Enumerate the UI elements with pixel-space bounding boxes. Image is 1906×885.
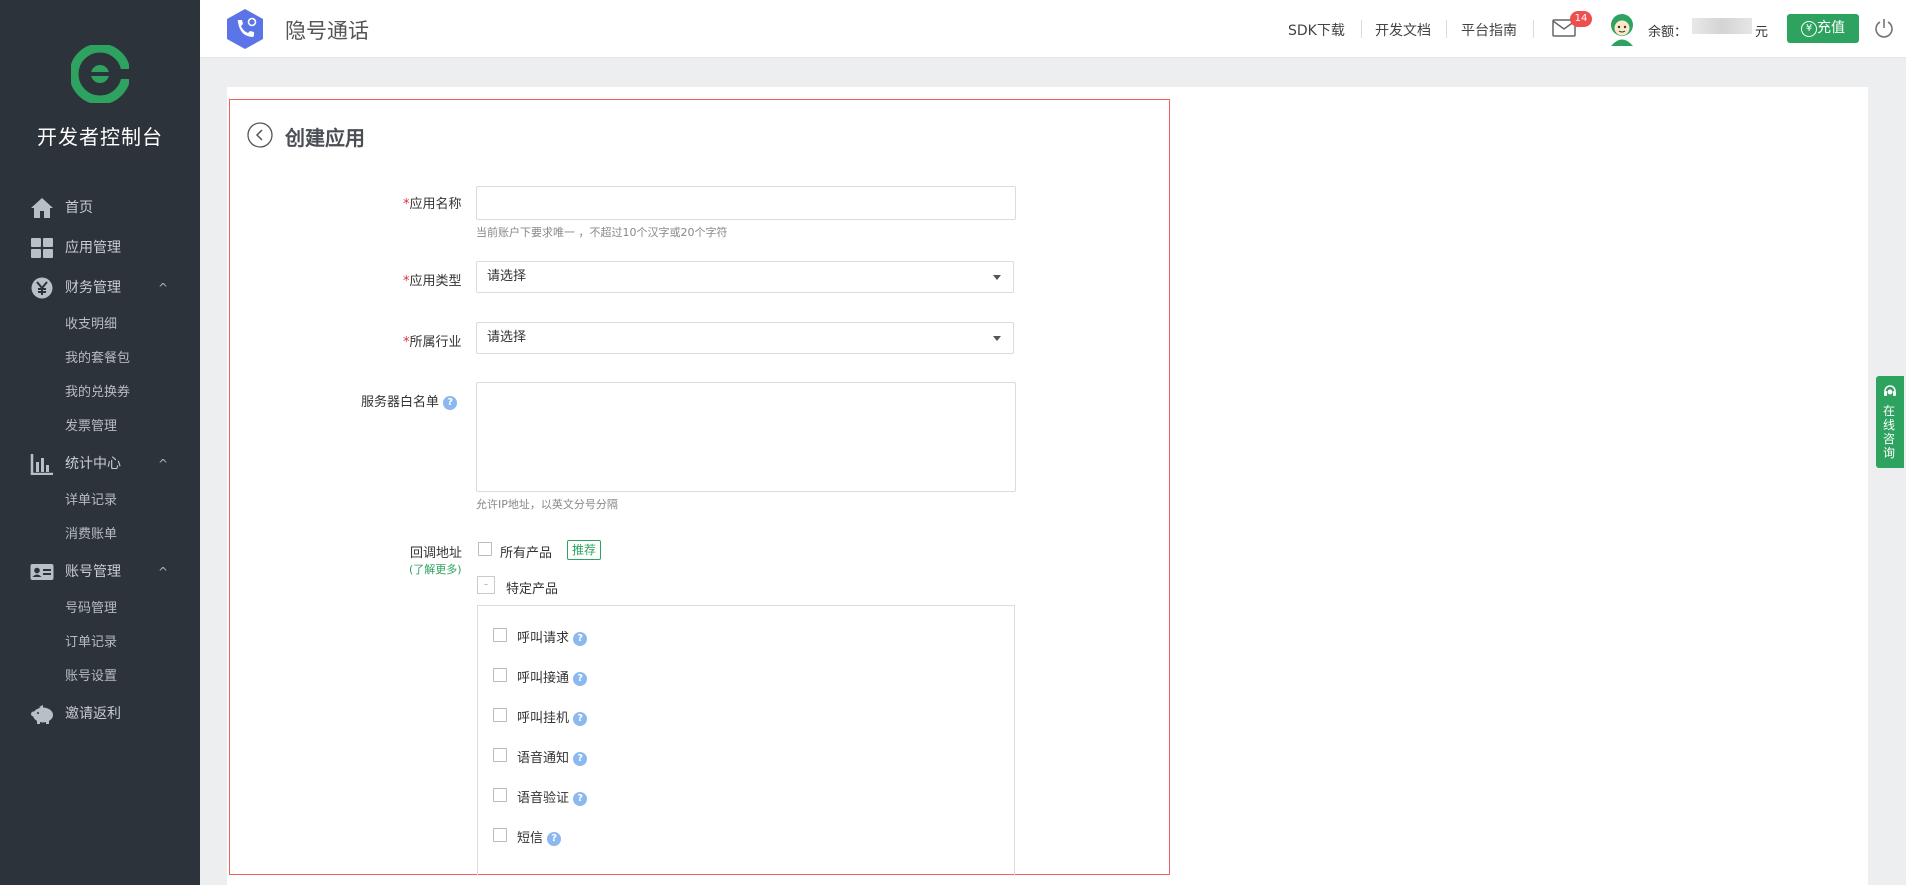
app-name-label: *应用名称 [403,197,462,212]
sidebar-item-label: 账号管理 [65,564,121,580]
help-icon[interactable]: ? [443,396,458,410]
product-checkbox-call-request[interactable] [493,628,507,642]
specific-products-checkbox[interactable]: - [477,576,495,594]
product-label-voice-notify: 语音通知 ? [517,747,588,766]
divider [1361,20,1362,38]
sidebar-item-account[interactable]: 账号管理 ^ [0,552,200,592]
headset-icon [1884,385,1896,396]
app-name-hint: 当前账户下要求唯一 ，不超过10个汉字或20个字符 [476,226,728,239]
back-icon[interactable] [247,122,273,148]
whitelist-hint: 允许IP地址，以英文分号分隔 [476,498,618,511]
sidebar: 开发者控制台 首页 应用管理 财务管理 ^ 收支明细 我的套餐包 我的兑换券 发… [0,0,200,885]
app-logo-icon [227,9,263,49]
sidebar-subitem-settings[interactable]: 账号设置 [0,660,200,694]
industry-select[interactable]: 请选择 [476,322,1014,354]
sidebar-nav: 首页 应用管理 财务管理 ^ 收支明细 我的套餐包 我的兑换券 发票管理 统计中… [0,188,200,734]
grid-icon [31,238,53,258]
recommend-tag: 推荐 [567,540,602,560]
all-products-checkbox[interactable] [478,542,492,556]
sidebar-subitem-vouchers[interactable]: 我的兑换券 [0,376,200,410]
bar-chart-icon [30,454,53,475]
sdk-download-link[interactable]: SDK下载 [1288,20,1345,40]
help-icon[interactable]: ? [573,672,588,686]
balance-value-masked [1692,18,1752,34]
sidebar-subitem-orders[interactable]: 订单记录 [0,626,200,660]
balance-label: 余额： [1648,25,1688,40]
product-checkbox-call-connected[interactable] [493,668,507,682]
sidebar-item-home[interactable]: 首页 [0,188,200,228]
divider [1446,20,1447,38]
callback-label: 回调地址 [410,546,463,561]
sidebar-item-stats[interactable]: 统计中心 ^ [0,444,200,484]
brand: 开发者控制台 [0,45,200,150]
sidebar-item-label: 邀请返利 [65,706,121,722]
sidebar-subitem-numbers[interactable]: 号码管理 [0,592,200,626]
power-icon[interactable] [1874,17,1894,39]
home-icon [31,198,53,218]
sidebar-subitem-bills[interactable]: 消费账单 [0,518,200,552]
product-checkbox-voice-verify[interactable] [493,788,507,802]
product-label-voice-verify: 语音验证 ? [517,787,588,806]
chevron-up-icon[interactable]: ^ [158,444,168,484]
recharge-button[interactable]: ¥ 充值 [1787,14,1859,43]
divider [1533,20,1534,38]
product-label-call-connected: 呼叫接通 ? [517,667,588,686]
sidebar-item-label: 统计中心 [65,456,121,472]
dev-docs-link[interactable]: 开发文档 [1375,20,1431,40]
mail-count-badge: 14 [1570,11,1592,27]
specific-products-label: 特定产品 [506,582,559,597]
brand-title: 开发者控制台 [37,125,163,149]
yuan-icon [31,277,53,299]
all-products-label: 所有产品 [500,546,553,561]
app-name-input[interactable] [476,186,1016,220]
help-icon[interactable]: ? [547,832,562,846]
piggy-bank-icon [31,705,53,724]
online-consult-button[interactable]: 在线咨询 [1876,376,1904,468]
whitelist-label: 服务器白名单 ? [361,391,458,410]
learn-more-link[interactable]: (了解更多) [409,561,462,577]
sidebar-subitem-details[interactable]: 详单记录 [0,484,200,518]
product-label-call-hangup: 呼叫挂机 ? [517,707,588,726]
help-icon[interactable]: ? [573,632,588,646]
caret-down-icon [993,275,1001,280]
page-title: 创建应用 [285,126,365,150]
sidebar-item-label: 首页 [65,200,93,216]
id-card-icon [30,564,54,580]
sidebar-item-invite[interactable]: 邀请返利 [0,694,200,734]
sidebar-item-label: 应用管理 [65,240,121,256]
sidebar-subitem-invoices[interactable]: 发票管理 [0,410,200,444]
brand-logo-icon [71,45,129,103]
platform-guide-link[interactable]: 平台指南 [1461,20,1517,40]
online-consult-label: 在线咨询 [1883,404,1896,460]
product-checkbox-sms[interactable] [493,828,507,842]
product-label-sms: 短信 ? [517,827,562,846]
sidebar-subitem-income[interactable]: 收支明细 [0,308,200,342]
product-checkbox-voice-notify[interactable] [493,748,507,762]
yuan-circle-icon: ¥ [1801,21,1817,37]
app-type-label: *应用类型 [403,274,462,289]
help-icon[interactable]: ? [573,792,588,806]
product-label-call-request: 呼叫请求 ? [517,627,588,646]
chevron-up-icon[interactable]: ^ [158,552,168,592]
sidebar-item-finance[interactable]: 财务管理 ^ [0,268,200,308]
product-checkbox-call-hangup[interactable] [493,708,507,722]
caret-down-icon [993,336,1001,341]
help-icon[interactable]: ? [573,752,588,766]
help-icon[interactable]: ? [573,712,588,726]
sidebar-item-apps[interactable]: 应用管理 [0,228,200,268]
industry-label: *所属行业 [403,335,462,350]
avatar[interactable] [1606,13,1638,47]
recharge-label: 充值 [1817,20,1845,36]
sidebar-subitem-packages[interactable]: 我的套餐包 [0,342,200,376]
app-type-select[interactable]: 请选择 [476,261,1014,293]
sidebar-item-label: 财务管理 [65,280,121,296]
chevron-up-icon[interactable]: ^ [158,268,168,308]
balance-unit: 元 [1755,25,1769,40]
whitelist-textarea[interactable] [476,382,1016,492]
app-title: 隐号通话 [285,19,369,43]
